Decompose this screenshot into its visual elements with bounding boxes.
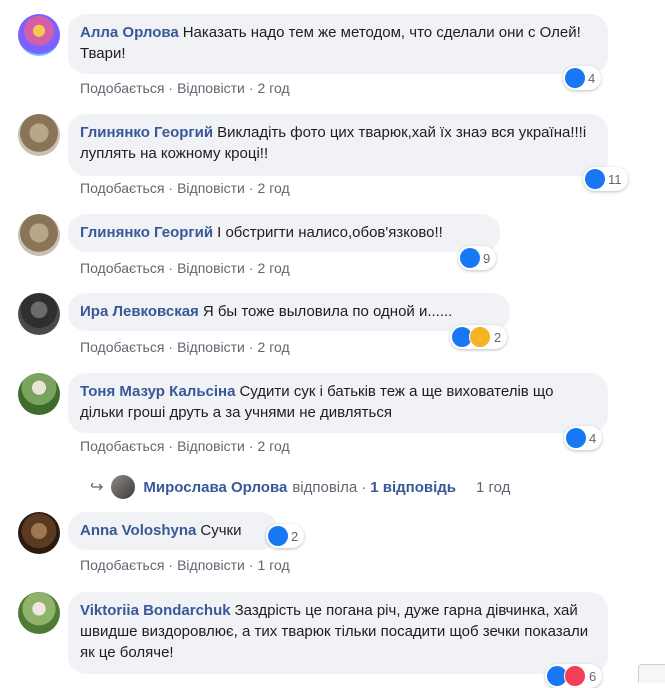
- reaction-summary[interactable]: 4: [563, 66, 602, 90]
- chat-scroll-control[interactable]: [638, 664, 665, 683]
- comment-author[interactable]: Глинянко Георгий: [80, 224, 213, 241]
- avatar[interactable]: [18, 14, 60, 56]
- comment-bubble: Anna Voloshyna Сучки: [68, 512, 278, 550]
- comment-author[interactable]: Ира Левковская: [80, 303, 199, 320]
- comment-actions: Подобається · Відповісти · 2 год: [80, 260, 290, 276]
- like-link[interactable]: Подобається: [80, 438, 164, 454]
- comment-bubble: Viktoriia Bondarchuk Заздрість це погана …: [68, 592, 608, 674]
- reaction-count: 9: [483, 250, 491, 266]
- timestamp: 1 год: [476, 478, 511, 496]
- reaction-summary[interactable]: 11: [583, 167, 628, 191]
- separator: ·: [168, 260, 174, 276]
- like-icon: [566, 428, 586, 448]
- separator: ·: [248, 180, 254, 196]
- comment-author[interactable]: Тоня Мазур Кальсіна: [80, 383, 235, 400]
- avatar[interactable]: [18, 592, 60, 634]
- avatar[interactable]: [18, 373, 60, 415]
- separator: ·: [248, 260, 254, 276]
- reply-arrow-icon: ↪: [90, 479, 104, 496]
- reaction-summary[interactable]: 2: [266, 524, 305, 548]
- separator: ·: [168, 438, 174, 454]
- avatar[interactable]: [18, 293, 60, 335]
- separator: ·: [361, 478, 367, 496]
- comment-text: І обстригти налисо,обов'язково!!: [217, 224, 443, 241]
- timestamp[interactable]: 2 год: [258, 180, 290, 196]
- separator: ·: [168, 80, 174, 96]
- like-icon: [460, 248, 480, 268]
- like-link[interactable]: Подобається: [80, 557, 164, 573]
- timestamp[interactable]: 2 год: [258, 260, 290, 276]
- reply-link[interactable]: Відповісти: [177, 557, 245, 573]
- comment-actions: Подобається · Відповісти · 2 год: [80, 180, 290, 196]
- reaction-summary[interactable]: 6: [545, 664, 603, 688]
- like-link[interactable]: Подобається: [80, 180, 164, 196]
- reaction-count: 4: [589, 430, 597, 446]
- separator: ·: [168, 339, 174, 355]
- comment-actions: Подобається · Відповісти · 2 год: [80, 339, 290, 355]
- like-icon: [565, 68, 585, 88]
- separator: ·: [168, 557, 174, 573]
- reaction-count: 4: [588, 70, 596, 86]
- like-link[interactable]: Подобається: [80, 80, 164, 96]
- avatar: [111, 475, 136, 499]
- like-link[interactable]: Подобається: [80, 339, 164, 355]
- timestamp[interactable]: 2 год: [258, 339, 290, 355]
- avatar[interactable]: [18, 214, 60, 256]
- comment-bubble: Глинянко Георгий І обстригти налисо,обов'…: [68, 214, 500, 252]
- comment-bubble: Алла Орлова Наказать надо тем же методом,…: [68, 14, 608, 74]
- reaction-count: 2: [291, 528, 299, 544]
- timestamp[interactable]: 2 год: [258, 438, 290, 454]
- reply-link[interactable]: Відповісти: [177, 180, 245, 196]
- reaction-summary[interactable]: 9: [458, 246, 497, 270]
- timestamp[interactable]: 2 год: [258, 80, 290, 96]
- reaction-summary[interactable]: 2: [450, 325, 508, 349]
- timestamp[interactable]: 1 год: [258, 557, 290, 573]
- like-icon: [585, 169, 605, 189]
- comment-author[interactable]: Viktoriia Bondarchuk: [80, 602, 231, 619]
- reaction-summary[interactable]: 4: [564, 426, 603, 450]
- avatar[interactable]: [18, 114, 60, 156]
- reply-link[interactable]: Відповісти: [177, 260, 245, 276]
- reaction-count: 6: [589, 668, 597, 684]
- comment-bubble: Ира Левковская Я бы тоже выловила по одно…: [68, 293, 510, 331]
- reply-count[interactable]: 1 відповідь: [370, 479, 456, 496]
- sad-icon: [469, 326, 491, 348]
- like-icon: [268, 526, 288, 546]
- separator: ·: [248, 339, 254, 355]
- comment-author[interactable]: Anna Voloshyna: [80, 522, 196, 539]
- reply-author[interactable]: Мирослава Орлова: [143, 479, 287, 496]
- reaction-count: 2: [494, 329, 502, 345]
- comment-actions: Подобається · Відповісти · 1 год: [80, 557, 290, 573]
- comment-actions: Подобається · Відповісти · 2 год: [80, 80, 290, 96]
- separator: ·: [168, 180, 174, 196]
- separator: ·: [248, 557, 254, 573]
- reply-link[interactable]: Відповісти: [177, 339, 245, 355]
- reply-link[interactable]: Відповісти: [177, 80, 245, 96]
- view-replies-link[interactable]: ↪ Мирослава Орлова відповіла · 1 відпові…: [90, 475, 510, 499]
- comment-bubble: Глинянко Георгий Викладіть фото цих тварю…: [68, 114, 608, 176]
- reaction-count: 11: [608, 171, 622, 187]
- avatar[interactable]: [18, 512, 60, 554]
- separator: ·: [248, 80, 254, 96]
- comment-text: Сучки: [200, 522, 242, 539]
- comment-bubble: Тоня Мазур Кальсіна Судити сук і батьків …: [68, 373, 608, 433]
- comment-author[interactable]: Глинянко Георгий: [80, 124, 213, 141]
- comment-text: Я бы тоже выловила по одной и......: [202, 303, 453, 320]
- comment-actions: Подобається · Відповісти · 2 год: [80, 438, 290, 454]
- reply-link[interactable]: Відповісти: [177, 438, 245, 454]
- reply-verb: відповіла: [292, 478, 358, 496]
- separator: ·: [248, 438, 254, 454]
- comment-author[interactable]: Алла Орлова: [80, 24, 179, 41]
- love-icon: [564, 665, 586, 687]
- like-link[interactable]: Подобається: [80, 260, 164, 276]
